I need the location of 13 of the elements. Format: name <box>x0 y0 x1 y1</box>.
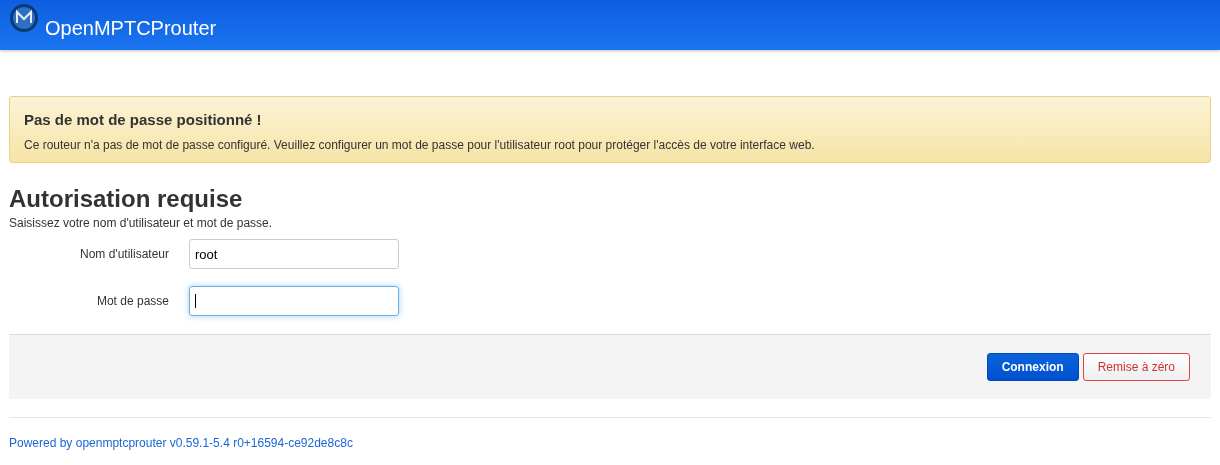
brand-title[interactable]: OpenMPTCProuter <box>45 16 217 40</box>
login-button[interactable]: Connexion <box>986 353 1079 381</box>
reset-button[interactable]: Remise à zéro <box>1082 353 1190 381</box>
field-label: Nom d'utilisateur <box>79 247 170 261</box>
alert-title: Pas de mot de passe positionné ! <box>24 111 263 128</box>
page-title: Autorisation requise <box>9 185 244 213</box>
powered-by-link[interactable]: Powered by openmptcprouter v0.59.1-5.4 r0+16594-ce92de8c8c <box>9 436 353 450</box>
input-field[interactable] <box>189 286 399 316</box>
page-description: Saisissez votre nom d'utilisateur et mot de passe. <box>9 216 274 230</box>
field-label: Mot de passe <box>95 294 170 308</box>
logo-icon <box>9 3 39 33</box>
alert-message: Ce routeur n'a pas de mot de passe configuré. Veuillez configurer un mot de passe pour l'utilisateur root pour protéger l'accès de votre interface web. <box>24 138 816 152</box>
input-field[interactable]: root <box>189 239 399 269</box>
